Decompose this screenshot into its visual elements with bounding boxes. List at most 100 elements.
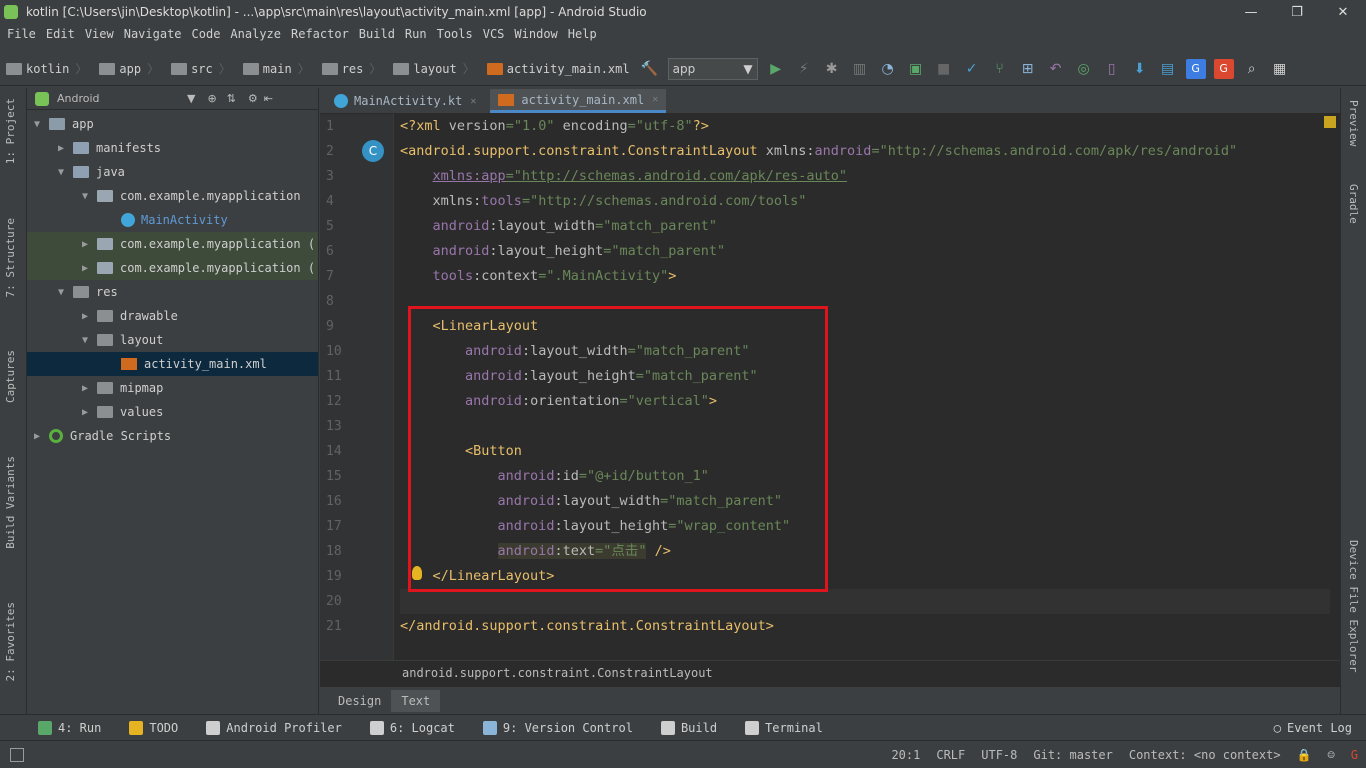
menu-file[interactable]: File [7,27,36,41]
tool-tab-build-variants[interactable]: Build Variants [4,456,17,549]
expand-arrow-icon[interactable]: ▼ [79,335,91,346]
breadcrumb-item[interactable]: activity_main.xml [481,62,630,76]
search-icon[interactable]: ⌕ [1242,59,1262,79]
tool-tab-build[interactable]: Build [660,720,717,735]
editor-tab[interactable]: activity_main.xml ✕ [490,89,667,113]
lock-icon[interactable]: 🔒 [1297,748,1312,762]
tasks-icon[interactable]: ▦ [1270,59,1290,79]
sync-gradle-icon[interactable]: ◎ [1074,59,1094,79]
tree-item[interactable]: ▶ manifests [27,136,318,160]
avd-manager-icon[interactable]: ▯ [1102,59,1122,79]
menu-build[interactable]: Build [359,27,395,41]
expand-arrow-icon[interactable]: ▼ [31,119,43,130]
menu-help[interactable]: Help [568,27,597,41]
tree-item[interactable]: ▶ drawable [27,304,318,328]
tree-item[interactable]: ▶ mipmap [27,376,318,400]
tool-tab-6-logcat[interactable]: 6: Logcat [369,720,455,735]
expand-arrow-icon[interactable]: ▶ [55,143,67,154]
tree-item[interactable]: ▼ layout [27,328,318,352]
stop-icon[interactable]: ■ [934,59,954,79]
tree-item[interactable]: MainActivity [27,208,318,232]
view-dropdown-icon[interactable]: ▼ [187,92,195,105]
line-separator[interactable]: CRLF [936,748,965,762]
tool-tab-preview[interactable]: Preview [1347,100,1360,146]
menu-refactor[interactable]: Refactor [291,27,349,41]
translate-alt-icon[interactable]: G [1213,58,1234,79]
tool-tab-2-favorites[interactable]: 2: Favorites [4,602,17,681]
tab-design[interactable]: Design [328,690,391,712]
tree-item[interactable]: ▼ com.example.myapplication [27,184,318,208]
tree-item[interactable]: ▶ Gradle Scripts [27,424,318,448]
tool-tab-captures[interactable]: Captures [4,350,17,403]
collapse-all-icon[interactable]: ⇅ [227,92,236,105]
menu-run[interactable]: Run [405,27,427,41]
minimize-icon[interactable]: — [1228,0,1274,24]
tool-tab-1-project[interactable]: 1: Project [4,98,17,164]
class-gutter-icon[interactable]: C [362,140,384,162]
vcs-update-icon[interactable]: ✓ [962,59,982,79]
git-branch[interactable]: Git: master [1033,748,1112,762]
inspection-status-icon[interactable] [1324,116,1336,128]
tree-item[interactable]: ▼ app [27,112,318,136]
tool-tab-todo[interactable]: TODO [129,720,178,735]
editor-tab[interactable]: MainActivity.kt ✕ [326,89,484,113]
intention-bulb-icon[interactable] [412,566,422,580]
vcs-commit-icon[interactable]: ⑂ [990,59,1010,79]
google-icon[interactable]: G [1351,748,1358,762]
close-tab-icon[interactable]: ✕ [470,96,476,107]
tool-tab-7-structure[interactable]: 7: Structure [4,218,17,297]
expand-arrow-icon[interactable]: ▶ [79,407,91,418]
breadcrumb-item[interactable]: kotlin 〉 [0,60,87,77]
run-config-select[interactable]: app ▼ [667,57,758,80]
tab-text[interactable]: Text [391,689,441,712]
tree-item[interactable]: ▼ res [27,280,318,304]
close-icon[interactable]: ✕ [1320,0,1366,24]
expand-arrow-icon[interactable]: ▶ [79,311,91,322]
menu-tools[interactable]: Tools [437,27,473,41]
tree-item[interactable]: ▶ values [27,400,318,424]
close-tab-icon[interactable]: ✕ [652,94,658,105]
breadcrumb-item[interactable]: app 〉 [93,60,159,77]
menu-navigate[interactable]: Navigate [124,27,182,41]
tree-item[interactable]: ▼ java [27,160,318,184]
menu-view[interactable]: View [85,27,114,41]
vcs-history-icon[interactable]: ⊞ [1018,59,1038,79]
event-log-button[interactable]: ◯ Event Log [1274,721,1352,735]
menu-code[interactable]: Code [192,27,221,41]
attach-debugger-icon[interactable]: ▥ [850,59,870,79]
tool-windows-toggle-icon[interactable] [10,747,24,762]
expand-arrow-icon[interactable]: ▶ [79,239,91,250]
expand-arrow-icon[interactable]: ▼ [55,167,67,178]
inspector-icon[interactable]: ☺ [1328,748,1335,762]
tool-tab-gradle[interactable]: Gradle [1347,184,1360,224]
tree-item[interactable]: ▶ com.example.myapplication ( [27,232,318,256]
project-view-select[interactable]: Android [57,92,187,105]
menu-vcs[interactable]: VCS [483,27,505,41]
context-selector[interactable]: Context: <no context> [1129,748,1281,762]
breadcrumb-item[interactable]: layout 〉 [387,60,475,77]
expand-arrow-icon[interactable]: ▶ [79,263,91,274]
editor-breadcrumb[interactable]: android.support.constraint.ConstraintLay… [320,660,1340,684]
profile-icon[interactable]: ◔ [878,59,898,79]
expand-arrow-icon[interactable]: ▶ [79,383,91,394]
expand-arrow-icon[interactable]: ▶ [31,431,43,442]
maximize-icon[interactable]: ❐ [1274,0,1320,24]
caret-position[interactable]: 20:1 [891,748,920,762]
expand-arrow-icon[interactable]: ▼ [55,287,67,298]
menu-window[interactable]: Window [514,27,557,41]
tool-tab-android-profiler[interactable]: Android Profiler [206,720,342,735]
tool-tab-device-file-explorer[interactable]: Device File Explorer [1347,540,1360,672]
apply-code-changes-icon[interactable]: ▣ [906,59,926,79]
hide-panel-icon[interactable]: ⇤ [264,92,273,105]
tool-tab-9-version-control[interactable]: 9: Version Control [482,720,633,735]
breadcrumb-item[interactable]: res 〉 [316,60,381,77]
scroll-from-source-icon[interactable]: ⊕ [207,92,216,105]
make-project-icon[interactable]: 🔨 [640,59,660,79]
tree-item[interactable]: activity_main.xml [27,352,318,376]
expand-arrow-icon[interactable]: ▼ [79,191,91,202]
tool-tab-terminal[interactable]: Terminal [745,720,823,735]
run-icon[interactable]: ▶ [766,59,786,79]
tool-tab-4-run[interactable]: 4: Run [38,720,101,735]
debug-icon[interactable]: ✱ [822,59,842,79]
apply-changes-icon[interactable]: ⚡ [794,59,814,79]
